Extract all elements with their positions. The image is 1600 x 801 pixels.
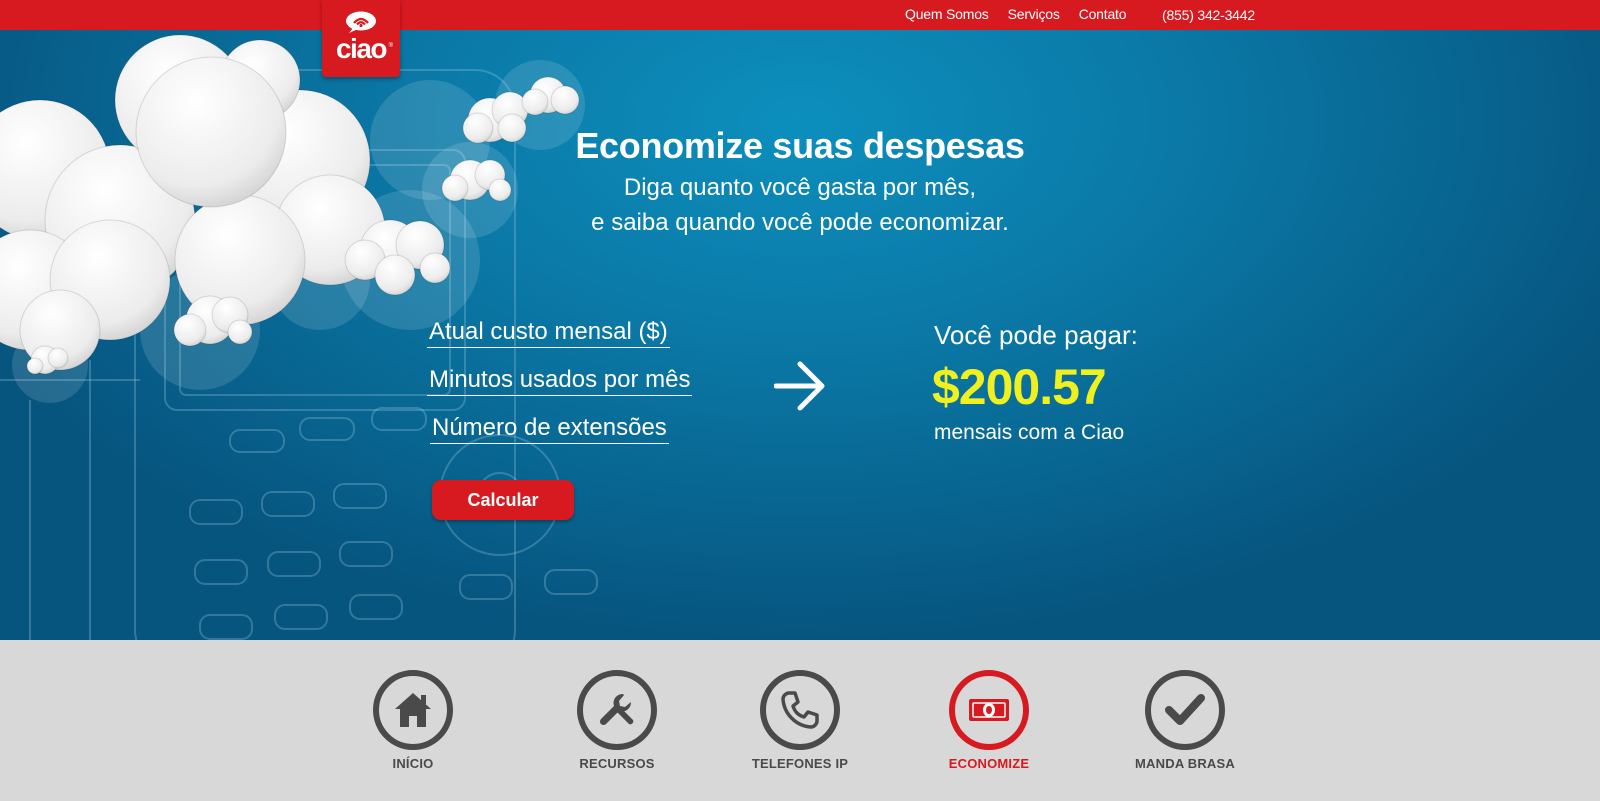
nav-ring	[760, 670, 840, 750]
hero-subtitle-line1: Diga quanto você gasta por mês,	[623, 174, 977, 201]
phone-icon	[781, 691, 819, 729]
nav-item-telefones-ip[interactable]: TELEFONES IP	[720, 670, 880, 771]
arrow-right-icon	[774, 361, 825, 411]
nav-link-servicos[interactable]: Serviços	[1008, 6, 1060, 22]
nav-ring	[577, 670, 657, 750]
logo-wordmark: ciao	[335, 33, 388, 64]
checkmark-icon	[1165, 694, 1205, 725]
extensions-count-field[interactable]: Número de extensões	[430, 415, 669, 444]
bottom-nav: INÍCIO RECURSOS TELEFONES IP ECONOMIZE M…	[0, 640, 1600, 801]
nav-item-inicio[interactable]: INÍCIO	[333, 670, 493, 771]
hero-title: Economize suas despesas	[575, 125, 1025, 166]
wrench-icon	[599, 693, 634, 726]
nav-item-recursos[interactable]: RECURSOS	[537, 670, 697, 771]
top-bar: Quem Somos Serviços Contato (855) 342-34…	[0, 0, 1600, 30]
monthly-cost-field[interactable]: Atual custo mensal ($)	[427, 319, 670, 348]
chat-bubble-icon	[346, 11, 376, 33]
nav-ring	[1145, 670, 1225, 750]
ciao-logo[interactable]: ciao ®	[322, 0, 400, 77]
nav-label: MANDA BRASA	[1135, 756, 1235, 771]
money-icon	[969, 699, 1009, 721]
nav-label: TELEFONES IP	[751, 756, 849, 771]
nav-link-contato[interactable]: Contato	[1079, 6, 1127, 22]
home-icon	[395, 693, 431, 727]
nav-ring	[949, 670, 1029, 750]
hero-section: Economize suas despesas Diga quanto você…	[0, 30, 1600, 640]
nav-label: ECONOMIZE	[948, 756, 1030, 771]
calculate-button[interactable]: Calcular	[432, 480, 574, 520]
hero-subtitle-line2: e saiba quando você pode economizar.	[591, 209, 1009, 236]
top-nav: Quem Somos Serviços Contato	[905, 6, 1127, 22]
nav-ring	[373, 670, 453, 750]
phone-number: (855) 342-3442	[1162, 7, 1255, 23]
result-value: $200.57	[932, 359, 1107, 415]
registered-mark: ®	[388, 43, 393, 49]
nav-item-economize[interactable]: ECONOMIZE	[909, 670, 1069, 771]
minutes-used-field[interactable]: Minutos usados por mês	[427, 367, 693, 396]
nav-label: RECURSOS	[579, 756, 655, 771]
result-label: Você pode pagar:	[934, 320, 1138, 350]
nav-item-manda-brasa[interactable]: MANDA BRASA	[1105, 670, 1265, 771]
nav-label: INÍCIO	[392, 756, 434, 771]
result-note: mensais com a Ciao	[934, 421, 1125, 444]
nav-link-quem-somos[interactable]: Quem Somos	[905, 6, 989, 22]
